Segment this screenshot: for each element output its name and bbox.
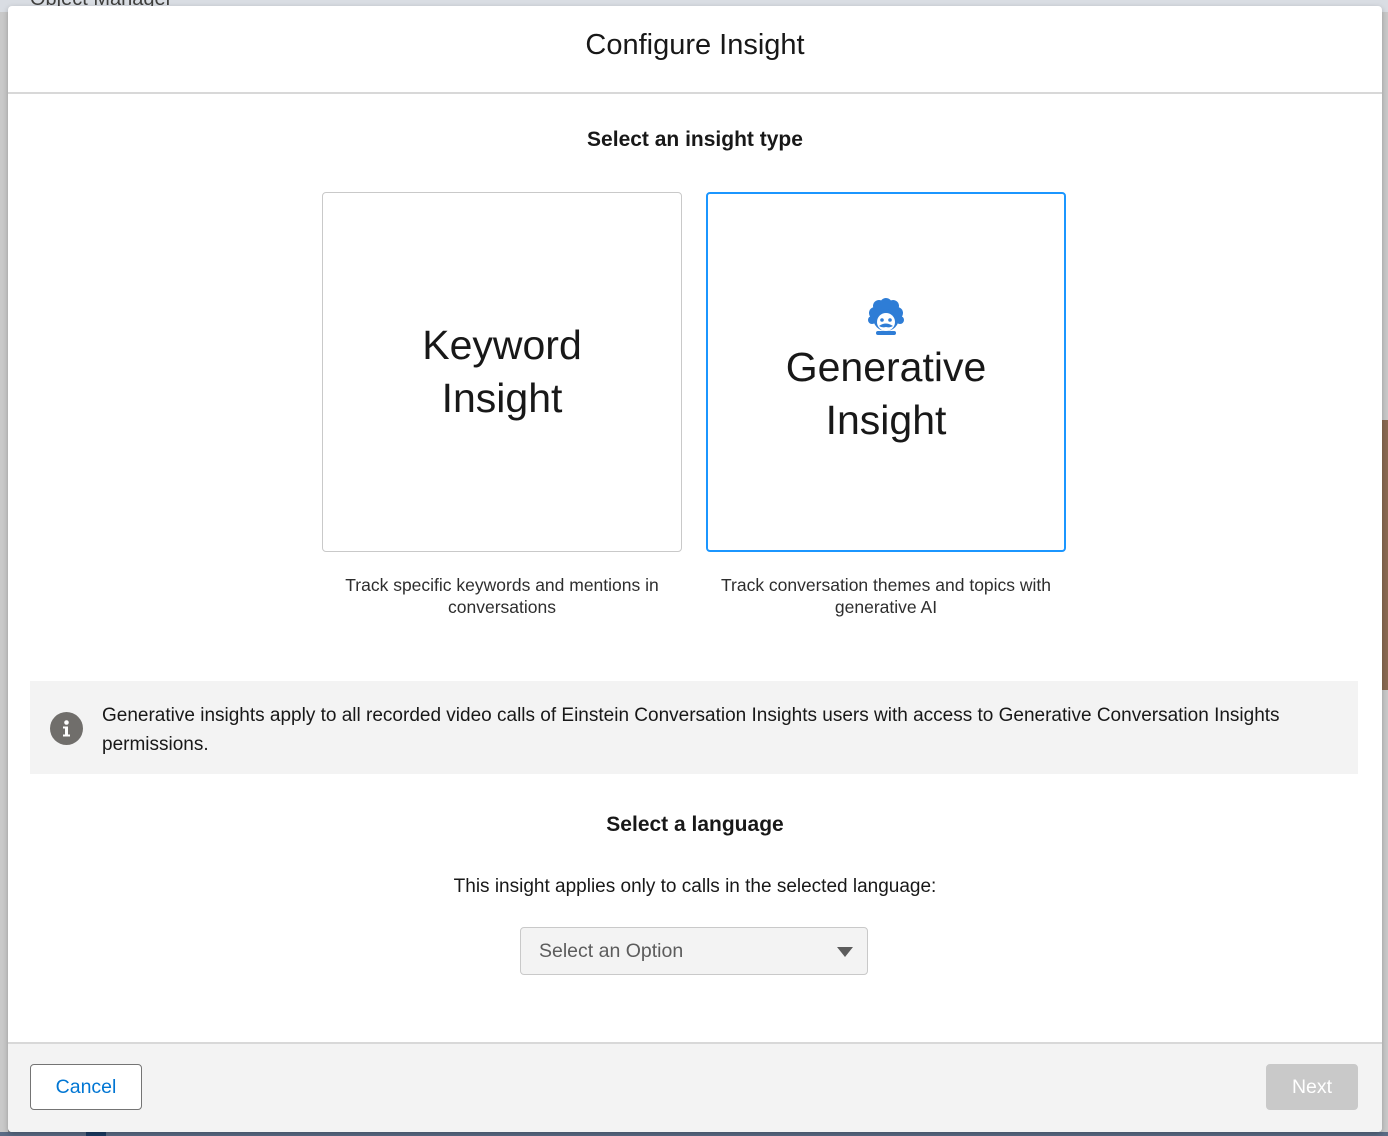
generative-insight-title: Generative Insight (785, 344, 987, 443)
info-notice: Generative insights apply to all recorde… (30, 681, 1358, 774)
background-bottom-bar (0, 1132, 1388, 1136)
modal-footer: Cancel Next (8, 1042, 1382, 1132)
generative-insight-description: Track conversation themes and topics wit… (720, 575, 1052, 617)
info-text: Generative insights apply to all recorde… (102, 705, 1280, 755)
keyword-insight-tile[interactable]: Keyword Insight (322, 192, 682, 552)
chevron-down-icon (837, 947, 853, 957)
info-icon (50, 712, 83, 745)
next-button[interactable]: Next (1266, 1064, 1358, 1110)
keyword-insight-description: Track specific keywords and mentions in … (345, 575, 659, 617)
configure-insight-modal: Configure Insight Select an insight type… (8, 6, 1382, 1132)
language-help-text: This insight applies only to calls in th… (453, 876, 937, 897)
background-left-strip (0, 12, 8, 1136)
modal-title: Configure Insight (585, 28, 805, 61)
language-heading: Select a language (606, 813, 784, 836)
background-bottom-mark (86, 1132, 106, 1136)
language-select-placeholder: Select an Option (539, 939, 684, 962)
modal-header: Configure Insight (8, 6, 1382, 94)
cancel-button[interactable]: Cancel (30, 1064, 142, 1110)
language-select[interactable]: Select an Option (520, 927, 868, 975)
generative-insight-tile[interactable]: Generative Insight (706, 192, 1066, 552)
insight-type-heading: Select an insight type (587, 128, 803, 151)
einstein-icon (868, 298, 904, 335)
keyword-insight-title: Keyword Insight (422, 322, 582, 421)
